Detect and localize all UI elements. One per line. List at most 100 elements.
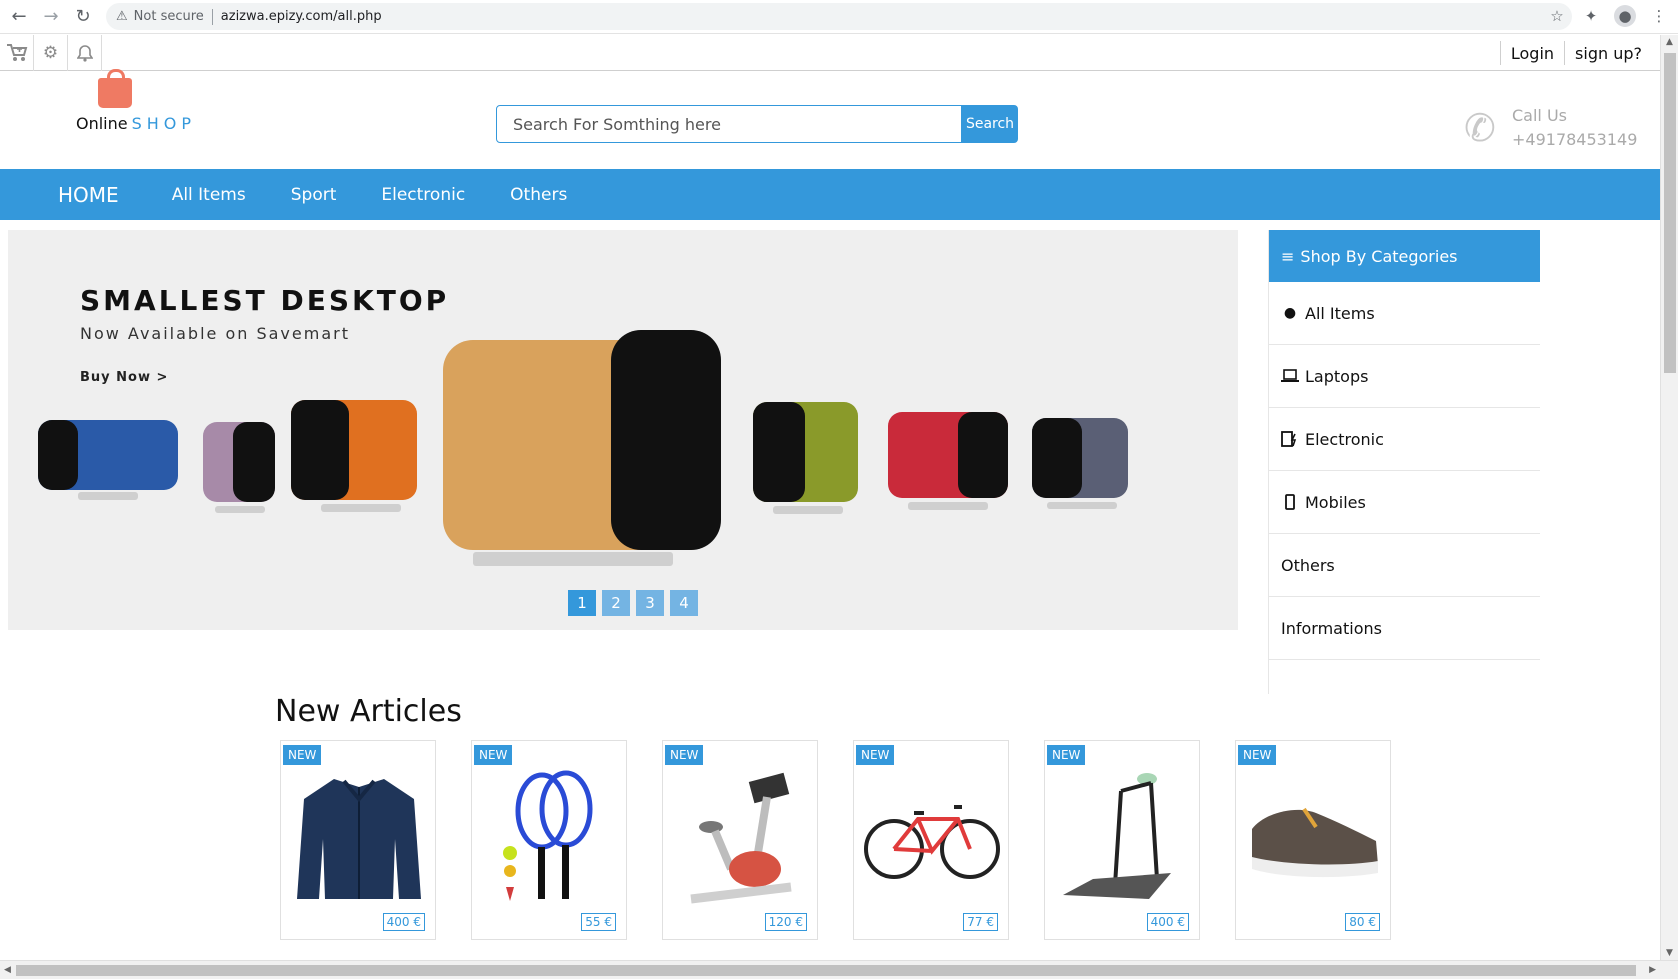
reload-icon[interactable]: ↻ bbox=[70, 4, 96, 30]
desktop-image-blue bbox=[38, 420, 178, 530]
desktop-image-violet bbox=[203, 422, 279, 522]
hero-subtitle: Now Available on Savemart bbox=[80, 324, 350, 343]
slider-dots: 1 2 3 4 bbox=[568, 590, 698, 616]
scroll-up-arrow-icon[interactable]: ▲ bbox=[1666, 37, 1673, 47]
nav-all-items[interactable]: All Items bbox=[172, 185, 246, 205]
forward-arrow-icon[interactable]: → bbox=[38, 4, 64, 30]
price-tag: 55 € bbox=[581, 913, 616, 931]
scroll-left-arrow-icon[interactable]: ◀ bbox=[4, 965, 11, 975]
bookmark-star-icon[interactable]: ☆ bbox=[1546, 5, 1568, 27]
logo-shop: SHOP bbox=[131, 114, 197, 133]
new-badge: NEW bbox=[474, 745, 513, 765]
cart-icon[interactable] bbox=[0, 34, 34, 71]
new-badge: NEW bbox=[665, 745, 704, 765]
mobile-icon bbox=[1281, 494, 1299, 510]
category-informations[interactable]: Informations bbox=[1269, 597, 1540, 660]
treadmill-image bbox=[1063, 773, 1171, 899]
scroll-down-arrow-icon[interactable]: ▼ bbox=[1666, 948, 1673, 958]
desktop-image-orange bbox=[291, 400, 421, 520]
site-logo[interactable]: Online SHOP bbox=[76, 69, 196, 136]
signup-link[interactable]: sign up? bbox=[1564, 41, 1652, 65]
laptop-icon bbox=[1281, 369, 1299, 383]
categories-sidebar: ≡ Shop By Categories ● All Items Laptops… bbox=[1268, 230, 1540, 694]
back-arrow-icon[interactable]: ← bbox=[6, 4, 32, 30]
price-tag: 80 € bbox=[1345, 913, 1380, 931]
utility-bar: ⚙ Login sign up? bbox=[0, 34, 1660, 71]
shopping-bag-icon bbox=[98, 69, 132, 108]
category-mobiles[interactable]: Mobiles bbox=[1269, 471, 1540, 534]
bicycle-image bbox=[864, 805, 1000, 879]
browser-toolbar: ← → ↻ ⚠ Not secure azizwa.epizy.com/all.… bbox=[0, 0, 1678, 34]
buy-now-link[interactable]: Buy Now > bbox=[80, 370, 168, 385]
slide-dot-1[interactable]: 1 bbox=[568, 590, 596, 616]
category-label: Mobiles bbox=[1305, 492, 1366, 512]
desktop-image-wood bbox=[443, 330, 743, 580]
price-tag: 400 € bbox=[382, 913, 425, 931]
new-badge: NEW bbox=[1238, 745, 1277, 765]
desktop-image-red bbox=[888, 412, 1012, 522]
scroll-right-arrow-icon[interactable]: ▶ bbox=[1649, 965, 1656, 975]
new-badge: NEW bbox=[856, 745, 895, 765]
category-label: Laptops bbox=[1305, 366, 1369, 386]
nav-home[interactable]: HOME bbox=[58, 183, 119, 207]
call-number: +49178453149 bbox=[1512, 130, 1638, 149]
price-tag: 77 € bbox=[963, 913, 998, 931]
hero-slider[interactable]: SMALLEST DESKTOP Now Available on Savema… bbox=[8, 230, 1238, 630]
login-link[interactable]: Login bbox=[1499, 41, 1564, 65]
new-badge: NEW bbox=[1047, 745, 1086, 765]
category-electronic[interactable]: Electronic bbox=[1269, 408, 1540, 471]
category-others[interactable]: Others bbox=[1269, 534, 1540, 597]
jacket-image bbox=[297, 779, 421, 899]
price-tag: 120 € bbox=[764, 913, 807, 931]
product-card[interactable]: NEW 55 € bbox=[471, 740, 627, 940]
category-all-items[interactable]: ● All Items bbox=[1269, 282, 1540, 345]
product-list: NEW 400 € NEW 55 € NEW 120 € NEW 77 € NE… bbox=[280, 740, 1391, 940]
url-text: azizwa.epizy.com/all.php bbox=[220, 9, 382, 24]
nav-electronic[interactable]: Electronic bbox=[381, 185, 465, 205]
menu-lines-icon: ≡ bbox=[1281, 246, 1295, 266]
browser-menu-icon[interactable]: ⋮ bbox=[1648, 5, 1670, 27]
desktop-image-green bbox=[753, 402, 863, 522]
logo-text: Online SHOP bbox=[76, 114, 196, 133]
search-button[interactable]: Search bbox=[962, 105, 1018, 143]
category-laptops[interactable]: Laptops bbox=[1269, 345, 1540, 408]
product-card[interactable]: NEW 400 € bbox=[280, 740, 436, 940]
slide-dot-4[interactable]: 4 bbox=[670, 590, 698, 616]
profile-avatar-icon[interactable]: ● bbox=[1614, 5, 1636, 27]
slide-dot-2[interactable]: 2 bbox=[602, 590, 630, 616]
price-tag: 400 € bbox=[1146, 913, 1189, 931]
address-bar[interactable]: ⚠ Not secure azizwa.epizy.com/all.php bbox=[106, 3, 1572, 30]
vertical-scrollbar[interactable]: ▲ ▼ bbox=[1660, 35, 1678, 960]
omnibox-divider bbox=[211, 8, 213, 25]
search-input[interactable] bbox=[496, 105, 962, 143]
warning-icon: ⚠ bbox=[116, 9, 128, 24]
product-card[interactable]: NEW 400 € bbox=[1044, 740, 1200, 940]
security-label: Not secure bbox=[133, 9, 204, 24]
globe-icon: ● bbox=[1283, 305, 1297, 321]
phone-icon: ✆ bbox=[1464, 106, 1496, 150]
logo-online: Online bbox=[76, 114, 128, 133]
electronics-icon bbox=[1281, 431, 1299, 447]
category-label: Electronic bbox=[1305, 429, 1384, 449]
category-label: All Items bbox=[1305, 303, 1375, 323]
extensions-icon[interactable]: ✦ bbox=[1580, 5, 1602, 27]
product-card[interactable]: NEW 120 € bbox=[662, 740, 818, 940]
product-card[interactable]: NEW 80 € bbox=[1235, 740, 1391, 940]
new-badge: NEW bbox=[283, 745, 322, 765]
categories-header: ≡ Shop By Categories bbox=[1269, 230, 1540, 282]
product-card[interactable]: NEW 77 € bbox=[853, 740, 1009, 940]
bell-icon[interactable] bbox=[68, 34, 102, 71]
sneaker-image bbox=[1252, 807, 1378, 878]
exercise-bike-image bbox=[690, 772, 792, 904]
gear-icon[interactable]: ⚙ bbox=[34, 34, 68, 71]
category-label: Others bbox=[1281, 555, 1335, 575]
main-nav: HOME All Items Sport Electronic Others bbox=[0, 169, 1660, 220]
vertical-scroll-thumb[interactable] bbox=[1664, 53, 1676, 373]
nav-sport[interactable]: Sport bbox=[291, 185, 337, 205]
category-label: Informations bbox=[1281, 618, 1382, 638]
horizontal-scroll-thumb[interactable] bbox=[16, 965, 1636, 976]
tennis-rackets-image bbox=[503, 770, 593, 901]
horizontal-scrollbar[interactable]: ◀ ▶ bbox=[0, 960, 1678, 979]
slide-dot-3[interactable]: 3 bbox=[636, 590, 664, 616]
nav-others[interactable]: Others bbox=[510, 185, 567, 205]
